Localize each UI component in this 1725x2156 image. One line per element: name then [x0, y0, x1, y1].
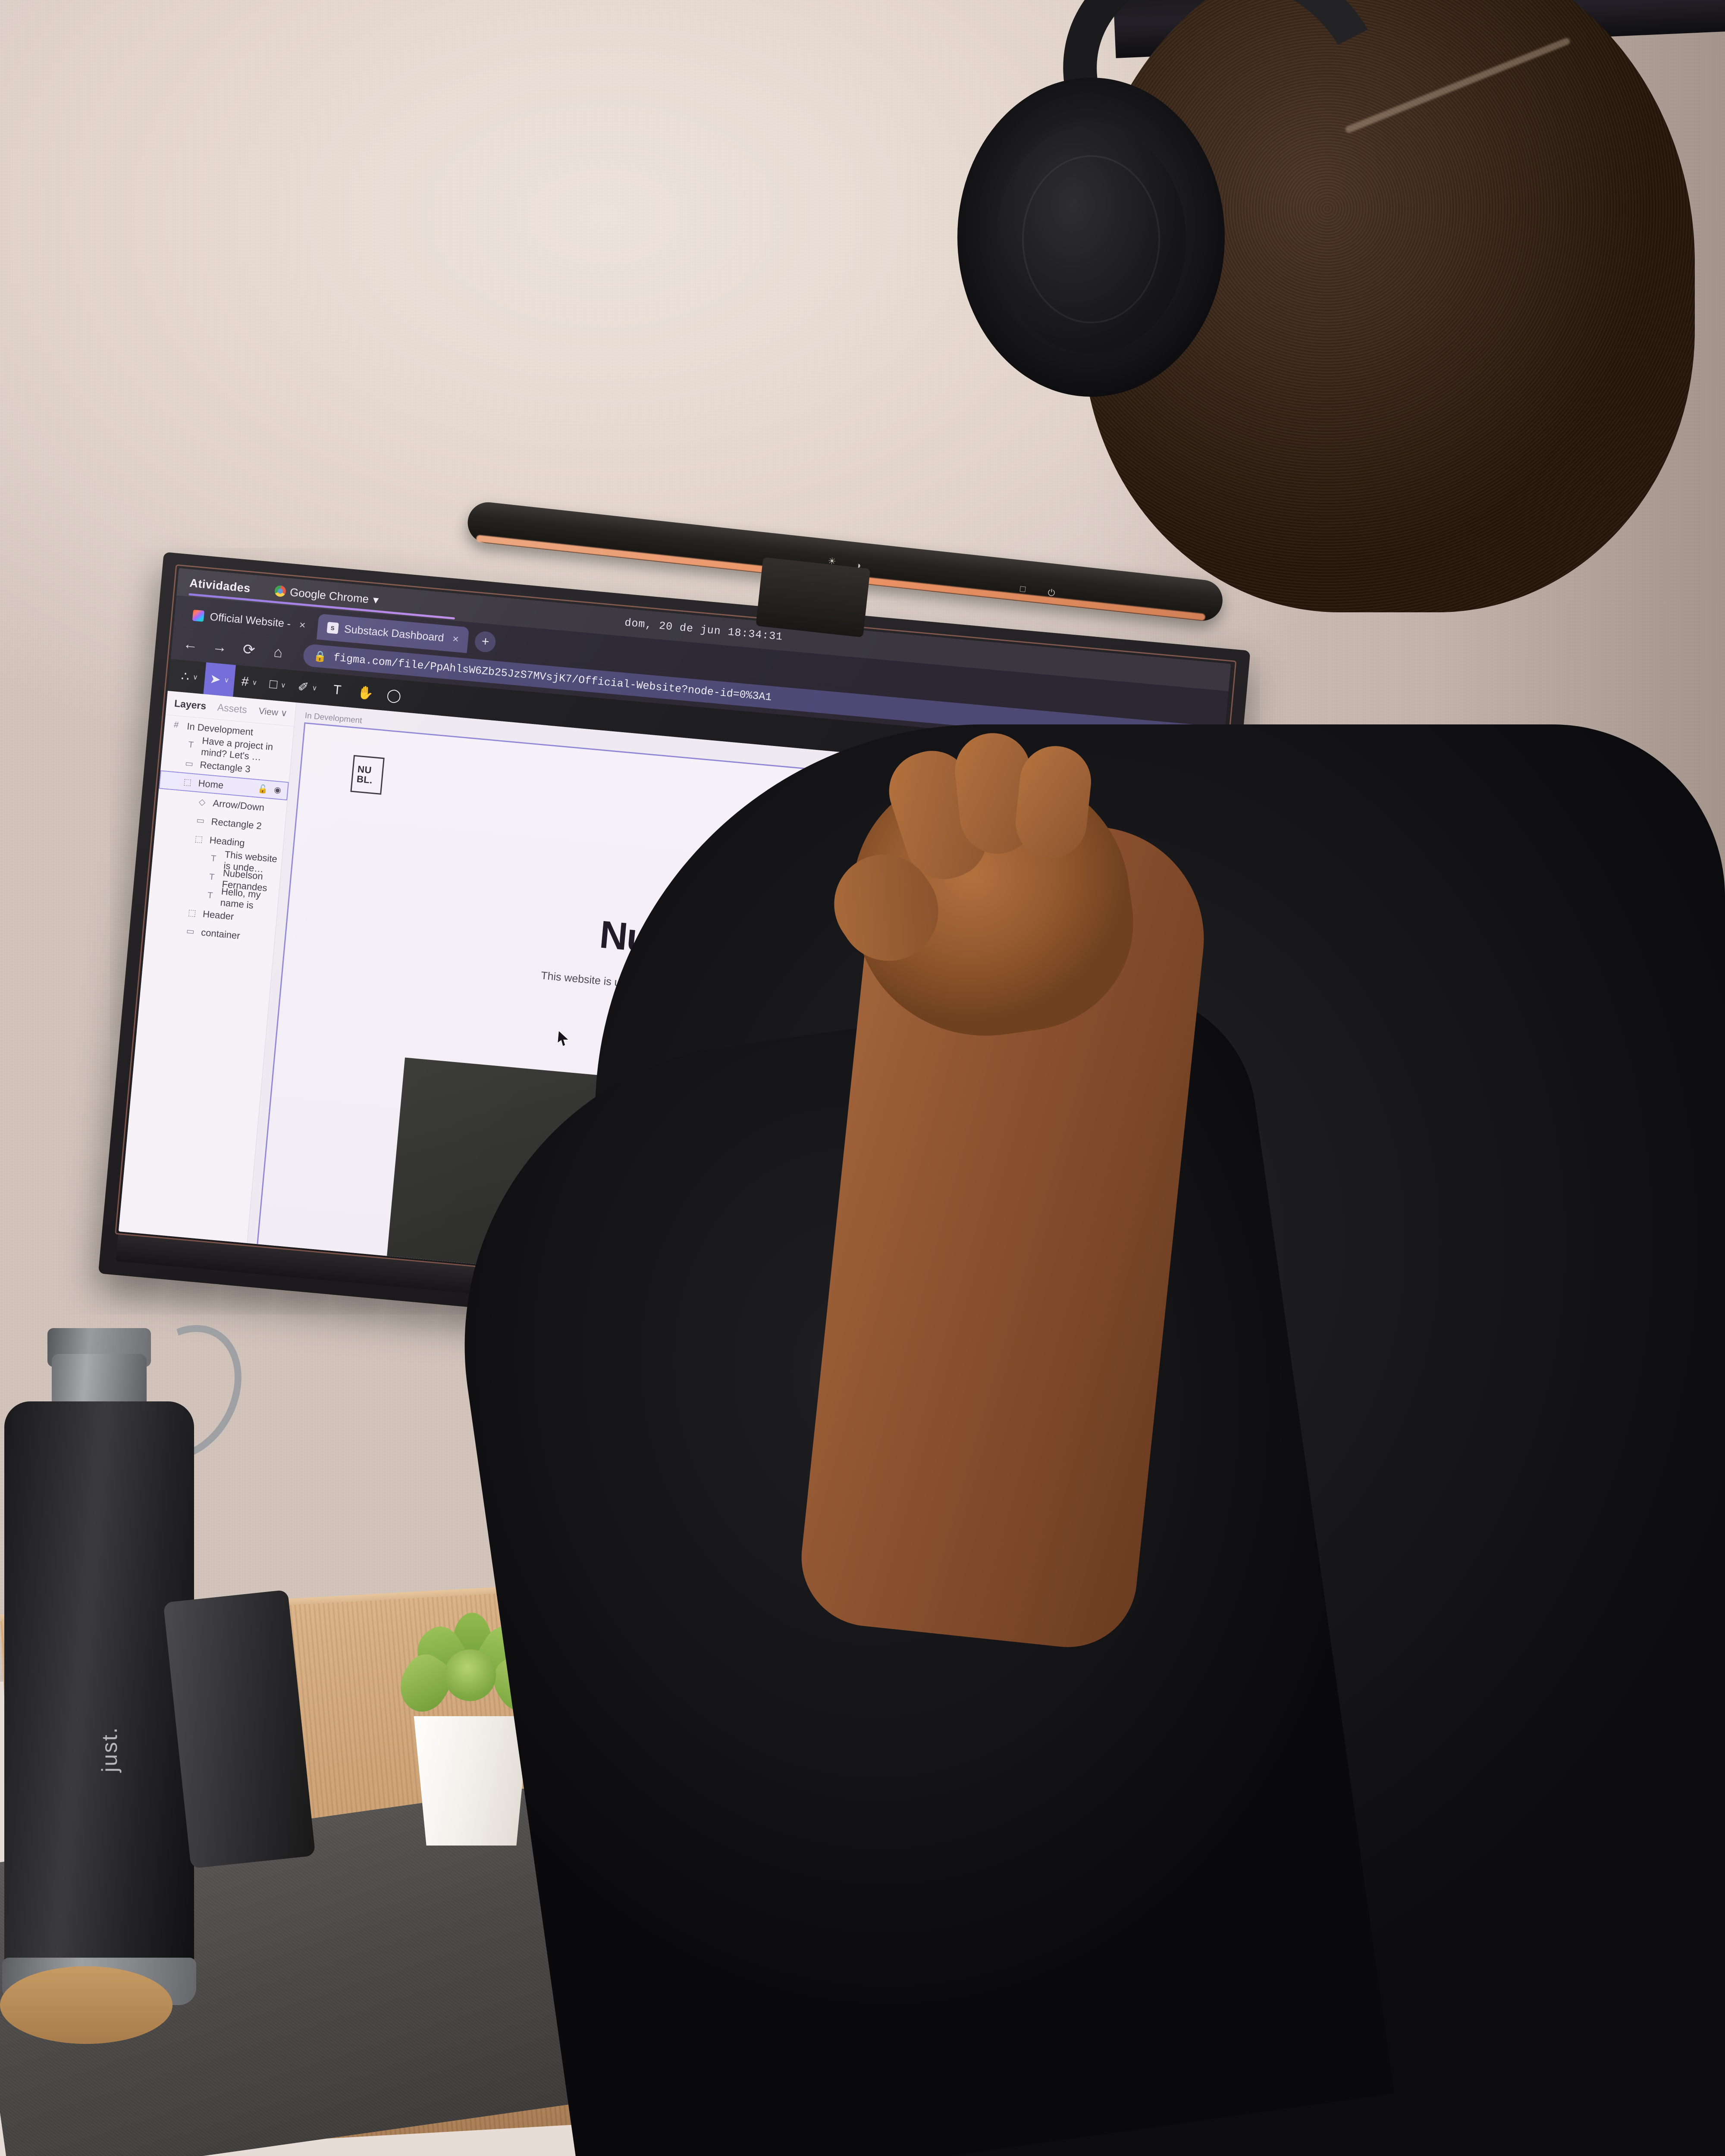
- layer-label: Arrow/Down: [212, 797, 265, 813]
- chevron-down-icon: ∨: [311, 684, 318, 693]
- tab-layers[interactable]: Layers: [174, 698, 207, 712]
- new-tab-button[interactable]: +: [474, 630, 497, 653]
- text-icon: T: [188, 740, 194, 750]
- lock-icon: 🔒: [313, 650, 327, 663]
- view-dropdown[interactable]: View ∨: [258, 706, 288, 719]
- chrome-icon: [274, 585, 286, 597]
- comment-tool-icon[interactable]: ◯: [379, 678, 408, 712]
- rectangle-icon: ▭: [185, 758, 194, 769]
- close-icon[interactable]: ×: [452, 633, 459, 646]
- layer-label: Rectangle 2: [210, 816, 262, 831]
- home-icon[interactable]: ⌂: [268, 643, 288, 662]
- text-icon: T: [207, 890, 213, 901]
- chevron-down-icon: ∨: [223, 676, 230, 684]
- hand-tool-icon[interactable]: ✋: [351, 676, 380, 710]
- frame-glyph: #: [241, 674, 250, 689]
- frame-tool-icon[interactable]: # ∨: [235, 665, 264, 699]
- pen-tool-icon[interactable]: ✐ ∨: [291, 671, 323, 705]
- rectangle-icon: ▭: [186, 926, 195, 937]
- rectangle-icon: ▭: [196, 815, 205, 826]
- unlock-icon[interactable]: 🔓: [257, 783, 269, 795]
- back-icon[interactable]: ←: [181, 635, 200, 654]
- eye-icon[interactable]: ◉: [273, 785, 282, 796]
- bottle-brand-label: just.: [97, 1726, 122, 1772]
- chevron-down-icon: ∨: [192, 674, 198, 682]
- group-icon: ⬚: [187, 908, 197, 918]
- move-tool-icon[interactable]: ➤ ∨: [203, 662, 236, 697]
- nubl-logo: NU BL.: [350, 755, 385, 795]
- component-instance-icon: ◇: [198, 797, 206, 808]
- rectangle-glyph: □: [269, 677, 278, 692]
- chevron-down-icon: ∨: [280, 681, 286, 689]
- tab-title: Official Website -: [209, 610, 292, 630]
- cursor-glyph: ➤: [209, 671, 222, 687]
- pen-glyph: ✐: [297, 680, 310, 695]
- layer-label: Rectangle 3: [199, 759, 251, 774]
- layer-label: Heading: [209, 834, 245, 849]
- chevron-down-icon: ∨: [280, 708, 288, 719]
- layer-label: In Development: [186, 721, 254, 737]
- chevron-down-icon: ▾: [372, 592, 380, 607]
- reload-icon[interactable]: ⟳: [239, 640, 259, 659]
- plant-pot: [414, 1716, 529, 1846]
- frame-icon: #: [173, 720, 179, 730]
- activities-button[interactable]: Atividades: [189, 576, 251, 595]
- forward-icon[interactable]: →: [210, 638, 229, 656]
- close-icon[interactable]: ×: [299, 619, 306, 632]
- headphone-earcup: [957, 78, 1225, 397]
- tab-assets[interactable]: Assets: [217, 702, 248, 716]
- view-label: View: [258, 706, 279, 718]
- figma-icon: [192, 609, 205, 622]
- person: SONY: [425, 0, 1725, 2156]
- group-icon: ⬚: [194, 834, 204, 844]
- text-icon: T: [210, 853, 217, 864]
- photo-scene: Atividades Google Chrome ▾ dom, 20 de ju…: [0, 0, 1725, 2156]
- shape-tool-icon[interactable]: □ ∨: [263, 668, 292, 702]
- substack-icon: S: [326, 622, 339, 634]
- layer-label: Header: [202, 908, 235, 922]
- text-tool-icon[interactable]: T: [323, 673, 352, 707]
- logo-line-2: BL.: [356, 773, 373, 786]
- text-icon: T: [209, 872, 215, 882]
- main-menu-icon[interactable]: ∴ ∨: [175, 660, 204, 694]
- menu-glyph: ∴: [180, 669, 190, 684]
- earcup-ring: [1022, 155, 1160, 323]
- cork-coaster: [0, 1966, 172, 2044]
- bottle-body: [4, 1401, 194, 1979]
- component-icon: ⬚: [183, 777, 192, 787]
- layer-label: Home: [198, 777, 224, 791]
- layer-actions: 🔓 ◉: [257, 783, 282, 796]
- chevron-down-icon: ∨: [251, 679, 257, 687]
- layer-label: container: [201, 927, 241, 941]
- active-app-label: Google Chrome: [289, 585, 370, 605]
- tab-title: Substack Dashboard: [343, 623, 445, 644]
